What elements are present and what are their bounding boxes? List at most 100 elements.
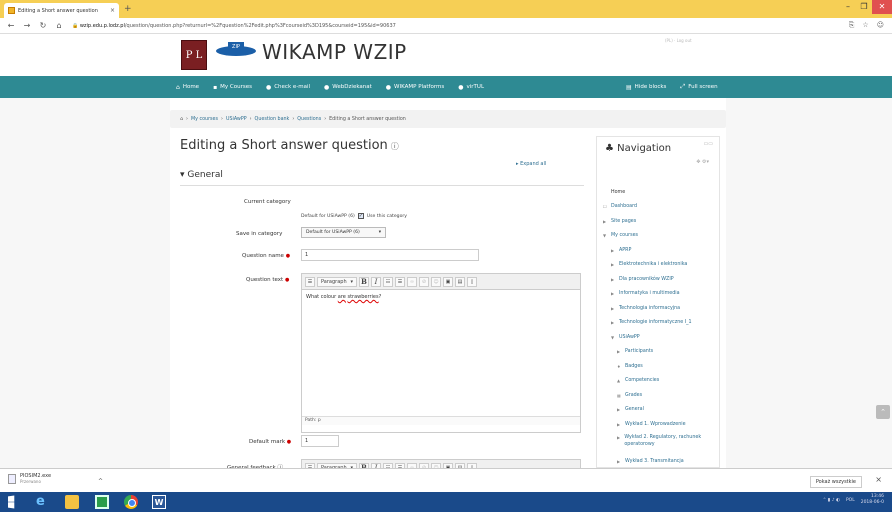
nav-item-site-pages[interactable]: ▶ Site pages <box>603 214 719 229</box>
bold-button[interactable]: B <box>359 276 369 287</box>
file-explorer-icon[interactable] <box>65 495 79 509</box>
store-icon[interactable] <box>95 495 109 509</box>
save-category-select[interactable]: Default for USiAwPP (6) ▾ <box>301 227 386 238</box>
block-dock-icon[interactable]: ▭▭ <box>704 141 713 147</box>
nav-item-dashboard[interactable]: ☐ Dashboard <box>603 200 719 215</box>
question-name-label-text: Question name <box>242 253 284 259</box>
windows-start-icon[interactable] <box>8 495 15 509</box>
tab-close-icon[interactable]: × <box>110 7 115 14</box>
nav-item-badges[interactable]: ♦ Badges <box>603 359 719 374</box>
emoticon-button[interactable]: ☺ <box>431 276 441 287</box>
internet-explorer-icon[interactable]: e <box>36 495 52 509</box>
pl-university-logo[interactable]: P L <box>181 40 207 70</box>
minimize-button[interactable]: – <box>840 0 856 14</box>
show-all-button[interactable]: Pokaż wszystkie <box>809 476 862 488</box>
navbar-item-webdziekanat[interactable]: ● WebDziekanat <box>324 84 372 91</box>
default-mark-label: Default mark ● <box>249 439 291 445</box>
windows-taskbar: e W ⌃ ▮ ♪ ◐ POL 13:46 2018-06-0 <box>0 492 892 512</box>
nav-item-wyk-ad-2-regulatory-rachunek-operatorowy[interactable]: ▶ Wykład 2. Regulatory, rachunek operator… <box>603 432 719 455</box>
nav-item-technologie-informatyczne-i-1[interactable]: ▶ Technologie informatyczne I_1 <box>603 316 719 331</box>
nav-item-informatyka-i-multimedia[interactable]: ▶ Informatyka i multimedia <box>603 287 719 302</box>
chevron-up-icon[interactable]: ^ <box>98 478 103 485</box>
back-icon[interactable]: ← <box>6 21 16 30</box>
profile-icon[interactable]: ☺ <box>877 21 884 30</box>
clock[interactable]: 13:46 2018-06-0 <box>861 494 884 506</box>
home-browser-icon[interactable]: ⌂ <box>54 21 64 30</box>
scroll-up-button[interactable]: ⌃ <box>876 405 890 419</box>
toolbar-toggle-icon[interactable]: ☰ <box>305 276 315 287</box>
wzip-logo-text: ZIP <box>232 44 240 50</box>
new-tab-button[interactable]: + <box>124 4 132 14</box>
file-button[interactable]: ▯ <box>467 276 477 287</box>
nav-item-label: Technologia informacyjna <box>619 305 681 311</box>
unordered-list-button[interactable]: ☷ <box>383 276 393 287</box>
close-icon[interactable]: × <box>875 475 882 484</box>
link-button[interactable]: ∞ <box>407 276 417 287</box>
reload-icon[interactable]: ↻ <box>38 21 48 30</box>
browser-tab[interactable]: Editing a Short answer question × <box>4 3 119 18</box>
navbar-item-my-courses[interactable]: ▪ My Courses <box>213 84 252 91</box>
translate-icon[interactable]: ⎘ <box>849 21 855 30</box>
nav-item-aprp[interactable]: ▶ APRP <box>603 243 719 258</box>
breadcrumb-item[interactable]: USiAwPP <box>226 117 247 122</box>
breadcrumb-home-icon[interactable]: ⌂ <box>180 117 183 122</box>
header-user-menu[interactable]: (PL) · Log out <box>665 38 692 43</box>
section-general-header[interactable]: ▾ General <box>180 170 223 180</box>
wzip-logo[interactable]: ZIP <box>215 42 257 58</box>
forward-icon[interactable]: → <box>22 21 32 30</box>
paragraph-style-dropdown[interactable]: Paragraph▾ <box>317 276 357 287</box>
navbar-item-wikamp-platforms[interactable]: ● WIKAMP Platforms <box>386 84 444 91</box>
current-category-label: Current category <box>244 199 291 205</box>
use-category-checkbox[interactable]: ✓ <box>357 213 364 219</box>
language-indicator[interactable]: POL <box>846 498 855 503</box>
url-field[interactable]: 🔒 wzip.edu.p.lodz.pl/question/question.p… <box>72 23 849 29</box>
maximize-button[interactable]: ❐ <box>856 0 872 14</box>
nav-item-label: Elektrotechnika i elektronika <box>619 262 688 268</box>
full-screen-link[interactable]: ⤢ Full screen <box>680 83 717 91</box>
help-icon[interactable]: ⓘ <box>391 142 399 151</box>
bookmark-star-icon[interactable]: ☆ <box>862 21 868 30</box>
question-text-content[interactable]: What colour are strawberries? <box>302 290 580 416</box>
navbar-item-check-e-mail[interactable]: ● Check e-mail <box>266 84 310 91</box>
editor-toolbar: ☰ Paragraph▾ B I ☷ ☰ ∞ ⊘ ☺ ▣ ▤ ▯ <box>302 274 580 290</box>
breadcrumb-item[interactable]: My courses <box>191 117 218 122</box>
nav-item-home[interactable]: Home <box>603 185 719 200</box>
breadcrumb-item[interactable]: Questions <box>297 117 321 122</box>
hide-blocks-link[interactable]: ▤ Hide blocks <box>626 84 666 91</box>
navbar-right: ▤ Hide blocks ⤢ Full screen <box>626 76 732 98</box>
navbar-item-virtul[interactable]: ● virTUL <box>458 84 484 91</box>
media-button[interactable]: ▤ <box>455 276 465 287</box>
expand-all-link[interactable]: ▸ Expand all <box>516 161 546 167</box>
nav-item-participants[interactable]: ▶ Participants <box>603 345 719 360</box>
question-text-label-text: Question text <box>246 277 284 283</box>
word-icon[interactable]: W <box>152 495 166 509</box>
navbar-item-home[interactable]: ⌂ Home <box>176 84 199 91</box>
breadcrumb-item[interactable]: Question bank <box>255 117 290 122</box>
question-name-input[interactable]: 1 <box>301 249 479 261</box>
nav-item-wyk-ad-3-transmitancja[interactable]: ▶ Wykład 3. Transmitancja <box>603 455 719 470</box>
platforms-icon: ● <box>385 83 392 91</box>
divider <box>180 185 584 186</box>
default-mark-input[interactable]: 1 <box>301 435 339 447</box>
site-title[interactable]: WIKAMP WZIP <box>262 40 407 64</box>
unlink-button[interactable]: ⊘ <box>419 276 429 287</box>
nav-item-my-courses[interactable]: ▼ My courses <box>603 229 719 244</box>
ordered-list-button[interactable]: ☰ <box>395 276 405 287</box>
nav-item-elektrotechnika-i-elektronika[interactable]: ▶ Elektrotechnika i elektronika <box>603 258 719 273</box>
nav-item-wyk-ad-1-wprowadzenie[interactable]: ▶ Wykład 1. Wprowadzenie <box>603 417 719 432</box>
nav-item-competencies[interactable]: ▲ Competencies <box>603 374 719 389</box>
clock-date: 2018-06-0 <box>860 500 884 505</box>
block-actions-icon[interactable]: ✥ ⚙▾ <box>696 159 709 165</box>
nav-item-grades[interactable]: ▦ Grades <box>603 388 719 403</box>
download-item[interactable]: PIOSIM2.exe Przerwano <box>8 473 51 484</box>
nav-item-technologia-informacyjna[interactable]: ▶ Technologia informacyjna <box>603 301 719 316</box>
italic-button[interactable]: I <box>371 276 381 287</box>
tray-icons[interactable]: ⌃ ▮ ♪ ◐ <box>823 498 840 503</box>
image-button[interactable]: ▣ <box>443 276 453 287</box>
nav-item-dla-pracownik-w-wzip[interactable]: ▶ Dla pracowników WZIP <box>603 272 719 287</box>
nav-item-general[interactable]: ▶ General <box>603 403 719 418</box>
close-window-button[interactable]: ✕ <box>872 0 892 14</box>
chrome-icon[interactable] <box>124 495 138 509</box>
nav-item-usiawpp[interactable]: ▼ USiAwPP <box>603 330 719 345</box>
page-title-text: Editing a Short answer question <box>180 138 388 153</box>
